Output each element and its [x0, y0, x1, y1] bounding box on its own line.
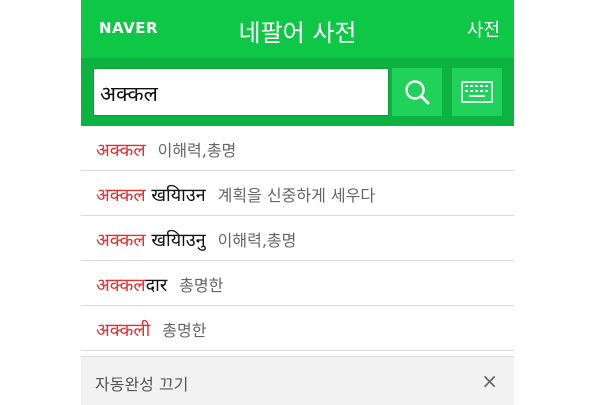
header: NAVER 네팔어 사전 사전 — [81, 0, 514, 58]
keyboard-icon — [461, 81, 493, 103]
list-item[interactable]: अक्कल खयिाउन 계획을 신중하게 세우다 — [81, 171, 514, 216]
suggestion-meaning: 이해력,총명 — [157, 141, 237, 160]
list-item[interactable]: अक्कल 이해력,총명 — [81, 126, 514, 171]
search-input-value: अक्कल — [100, 82, 158, 106]
autocomplete-off-button[interactable]: 자동완성 끄기 — [95, 371, 188, 395]
suggestion-rest: दार — [145, 275, 168, 296]
suggestion-rest: खयिाउनु — [145, 230, 206, 251]
suggestion-match: अक्कल — [96, 275, 146, 296]
search-input[interactable]: अक्कल — [93, 68, 389, 116]
suggestion-meaning: 총명한 — [179, 276, 224, 295]
close-icon[interactable]: × — [481, 369, 498, 393]
suggestion-match: अक्कल — [96, 140, 146, 161]
list-item[interactable]: अक्कलदार 총명한 — [81, 261, 514, 306]
suggestion-match: अक्कल — [96, 320, 151, 341]
search-bar: अक्कल — [81, 58, 514, 126]
list-item[interactable]: अक्कल खयिाउनु 이해력,총명 — [81, 216, 514, 261]
suggestion-meaning: 계획을 신중하게 세우다 — [217, 186, 376, 205]
suggestion-match: अक्कल — [96, 185, 146, 206]
keyboard-button[interactable] — [452, 68, 502, 116]
page-title: 네팔어 사전 — [238, 19, 357, 47]
suggestion-list: अक्कल 이해력,총명 अक्कल खयिाउन 계획을 신중하게 세우다 अक्… — [81, 126, 514, 351]
suggestion-meaning: 이해력,총명 — [217, 231, 297, 250]
suggestion-match: अक्कल — [96, 230, 146, 251]
list-item[interactable]: अक्कली총명한 — [81, 306, 514, 351]
autocomplete-footer: 자동완성 끄기 × — [81, 356, 514, 405]
dictionary-link[interactable]: 사전 — [467, 16, 500, 42]
dictionary-panel: NAVER 네팔어 사전 사전 अक्कल अक्कल 이해력,총명 अक्कल… — [81, 0, 514, 405]
search-icon — [405, 80, 430, 105]
suggestion-rest: खयिाउन — [145, 185, 206, 206]
search-button[interactable] — [392, 68, 442, 116]
suggestion-meaning: 총명한 — [162, 321, 207, 340]
